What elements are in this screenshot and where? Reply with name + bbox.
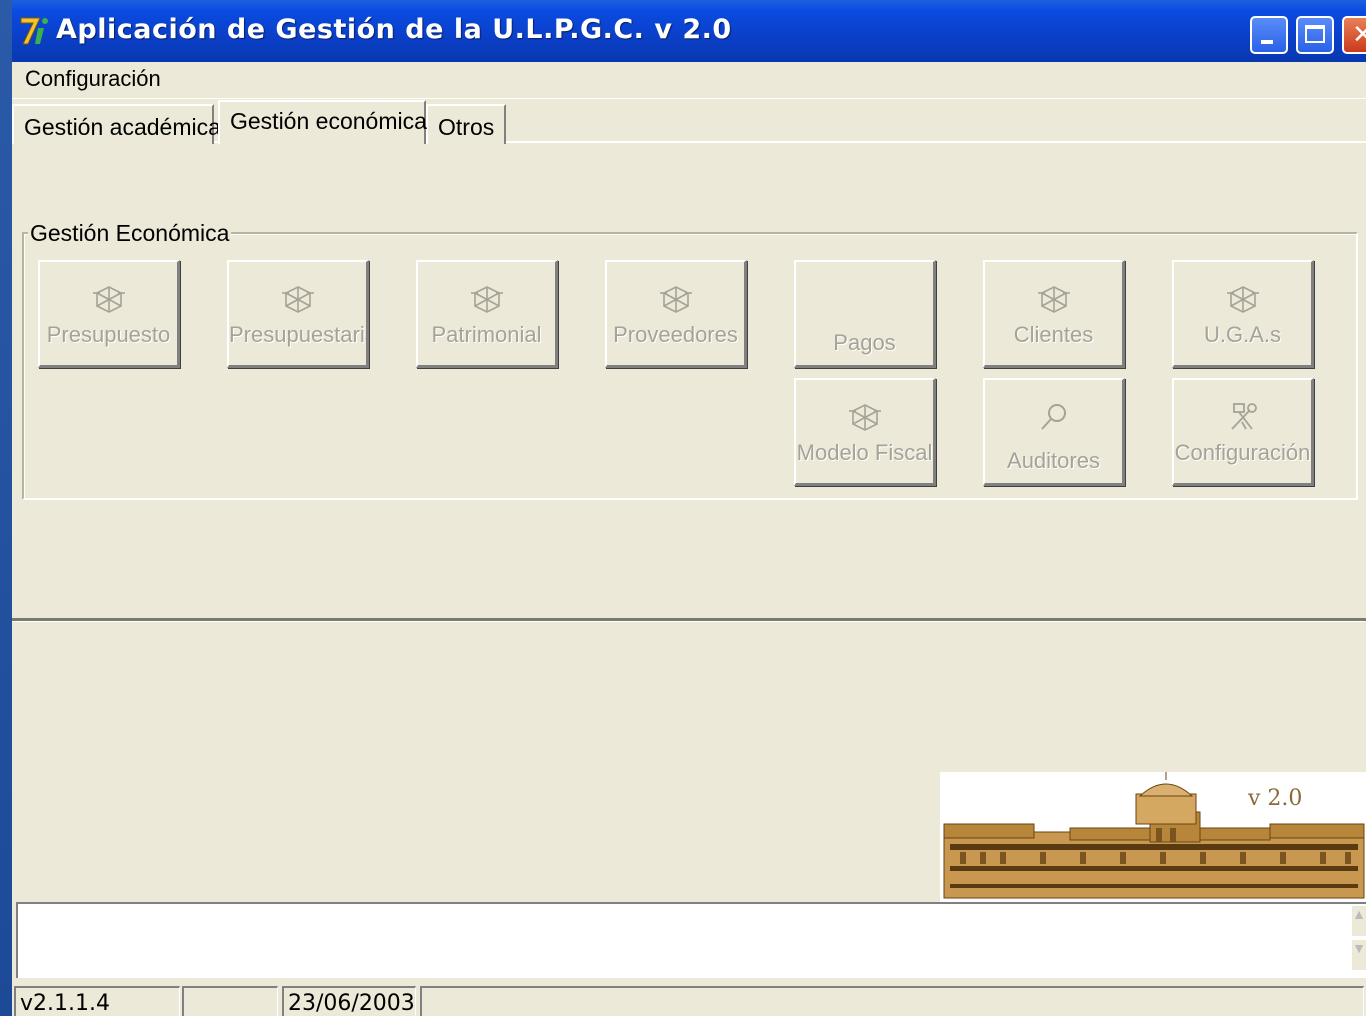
status-bar: v2.1.1.4 23/06/2003 — [12, 982, 1366, 1016]
minimize-button[interactable] — [1250, 16, 1288, 54]
button-label: Pagos — [833, 330, 896, 355]
banner-version: v 2.0 — [1248, 786, 1303, 811]
patrimonial-button[interactable]: Patrimonial — [416, 260, 558, 368]
wireframe-cube-icon — [659, 286, 692, 313]
pagos-button[interactable]: Pagos — [794, 260, 936, 368]
menu-bar: Configuración — [12, 62, 1366, 99]
presupuesto-button[interactable]: Presupuesto — [38, 260, 180, 368]
tab-gestion-academica[interactable]: Gestión académica — [12, 104, 221, 144]
tab-gestion-economica[interactable]: Gestión económica — [218, 100, 427, 144]
scroll-down-arrow-icon[interactable]: ▼ — [1352, 940, 1366, 970]
clientes-button[interactable]: Clientes — [983, 260, 1125, 368]
magnifier-icon — [1040, 404, 1066, 430]
button-label: Clientes — [1013, 322, 1094, 347]
wireframe-cube-icon — [92, 286, 125, 313]
tools-icon — [1230, 403, 1257, 430]
status-date: 23/06/2003 — [282, 986, 416, 1016]
proveedores-button[interactable]: Proveedores — [605, 260, 747, 368]
maximize-button[interactable] — [1296, 16, 1334, 54]
splitter[interactable] — [12, 618, 1366, 622]
wireframe-cube-icon — [281, 286, 314, 313]
presupuestaria-button[interactable]: Presupuestaria — [227, 260, 369, 368]
ugas-button[interactable]: U.G.A.s — [1172, 260, 1314, 368]
menu-configuracion[interactable]: Configuración — [25, 66, 161, 92]
button-label: Modelo Fiscal — [796, 440, 933, 465]
status-message — [420, 986, 1364, 1016]
title-bar[interactable]: Aplicación de Gestión de la U.L.P.G.C. v… — [12, 0, 1366, 63]
app-window: Aplicación de Gestión de la U.L.P.G.C. v… — [12, 0, 1366, 1016]
wireframe-cube-icon — [848, 404, 881, 431]
close-icon: ✕ — [1352, 20, 1366, 50]
scroll-up-arrow-icon[interactable]: ▲ — [1352, 906, 1366, 936]
auditores-button[interactable]: Auditores — [983, 378, 1125, 486]
status-empty-panel — [182, 986, 278, 1016]
button-label: Patrimonial — [431, 322, 542, 347]
button-label: Presupuesto — [46, 322, 171, 347]
status-version: v2.1.1.4 — [14, 986, 180, 1016]
button-label: Auditores — [1007, 448, 1100, 473]
wireframe-cube-icon — [1226, 286, 1259, 313]
configuracion-button[interactable]: Configuración — [1172, 378, 1314, 486]
modelo-fiscal-button[interactable]: Modelo Fiscal — [794, 378, 936, 486]
group-label: Gestión Económica — [28, 220, 232, 247]
button-label: Configuración — [1174, 440, 1311, 465]
minimize-icon — [1261, 40, 1273, 44]
tab-otros[interactable]: Otros — [426, 104, 506, 144]
button-label: U.G.A.s — [1203, 322, 1281, 347]
maximize-icon — [1305, 25, 1325, 43]
button-label: Presupuestaria — [229, 322, 366, 347]
window-title: Aplicación de Gestión de la U.L.P.G.C. v… — [56, 14, 732, 45]
7i-logo-icon — [20, 17, 48, 45]
wireframe-cube-icon — [470, 286, 503, 313]
button-label: Proveedores — [613, 322, 738, 347]
wireframe-cube-icon — [1037, 286, 1070, 313]
log-textarea[interactable]: ▲ ▼ — [16, 902, 1366, 978]
close-button[interactable]: ✕ — [1342, 16, 1366, 54]
